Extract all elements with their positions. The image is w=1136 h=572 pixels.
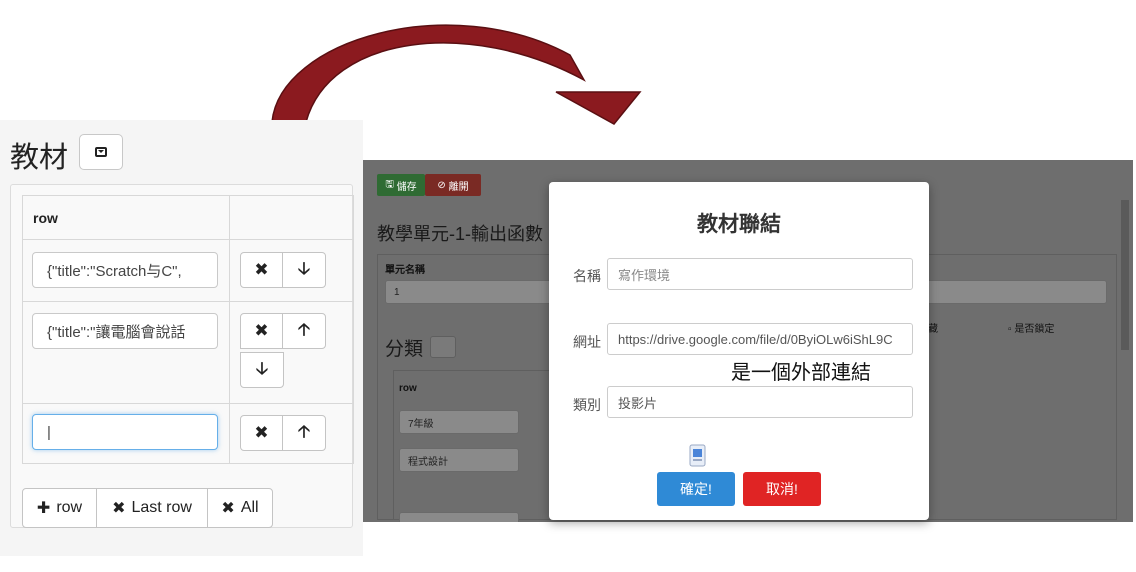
delete-row-button[interactable]: ✖ [240,252,283,288]
name-input[interactable]: 寫作環境 [607,258,913,290]
category-title: 分類 [385,339,424,360]
collapse-toggle-button[interactable] [79,134,123,170]
annotation-text: 是一個外部連結 [731,360,871,384]
name-label: 名稱 [573,268,601,284]
type-label: 類別 [573,397,601,413]
move-down-button[interactable]: 🡣 [240,352,284,388]
save-label: 儲存 [396,181,417,193]
x-icon: ✖ [254,260,269,279]
url-label: 網址 [573,334,601,350]
x-icon: ✖ [221,500,235,517]
type-input[interactable]: 投影片 [607,386,913,418]
last-row-label: Last row [131,499,192,516]
category-row[interactable]: 程式設計 [399,448,519,472]
move-up-button[interactable]: 🡡 [282,415,326,451]
cancel-button[interactable]: 取消! [743,472,821,506]
lock-checkbox-label[interactable]: ▫ 是否鎖定 [1008,320,1054,335]
arrow-down-icon: 🡣 [255,358,269,378]
caret-square-icon [95,147,107,157]
category-row[interactable] [399,512,519,522]
category-row[interactable]: 7年級 [399,410,519,434]
plus-icon: ✚ [36,500,51,517]
arrow-up-icon: 🡡 [297,421,311,441]
hidden-label: 藏 [928,324,938,335]
delete-all-button[interactable]: ✖ All [207,488,273,528]
move-up-button[interactable]: 🡡 [282,313,326,349]
unit-title: 教學單元-1-輸出函數 [377,224,543,244]
url-input[interactable]: https://drive.google.com/file/d/0ByiOLw6… [607,323,913,355]
unit-name-label: 單元名稱 [385,265,425,276]
materials-title: 教材 [10,140,69,174]
x-icon: ✖ [112,500,126,517]
category-toggle-button[interactable] [430,336,456,358]
document-link-icon [689,444,706,467]
scrollbar[interactable] [1121,200,1129,350]
x-icon: ✖ [254,423,269,442]
save-button[interactable]: 🖫 儲存 [377,174,425,196]
add-row-label: row [56,499,83,516]
x-icon: ✖ [254,321,269,340]
category-header: row [399,383,417,394]
confirm-button[interactable]: 確定! [657,472,735,506]
row-input-2[interactable]: {"title":"讓電腦會說話 [32,313,218,349]
arrow-up-icon: 🡡 [297,319,311,339]
arrow-down-icon: 🡣 [297,258,311,278]
delete-row-button[interactable]: ✖ [240,313,283,349]
row-input-1[interactable]: {"title":"Scratch与C", [32,252,218,288]
move-down-button[interactable]: 🡣 [282,252,326,288]
lock-label: 是否鎖定 [1014,324,1055,335]
row-header-label: row [33,209,58,226]
material-link-modal: 教材聯結 名稱 寫作環境 網址 https://drive.google.com… [549,182,929,520]
actions-header [229,195,354,240]
leave-label: 離開 [448,181,469,193]
row-header: row [22,195,230,240]
all-label: All [240,499,259,516]
modal-title: 教材聯結 [697,213,781,236]
row-input-3[interactable]: | [32,414,218,450]
delete-last-row-button[interactable]: ✖ Last row [96,488,208,528]
delete-row-button[interactable]: ✖ [240,415,283,451]
add-row-button[interactable]: ✚ row [22,488,97,528]
leave-button[interactable]: ⊘ 離開 [425,174,481,196]
